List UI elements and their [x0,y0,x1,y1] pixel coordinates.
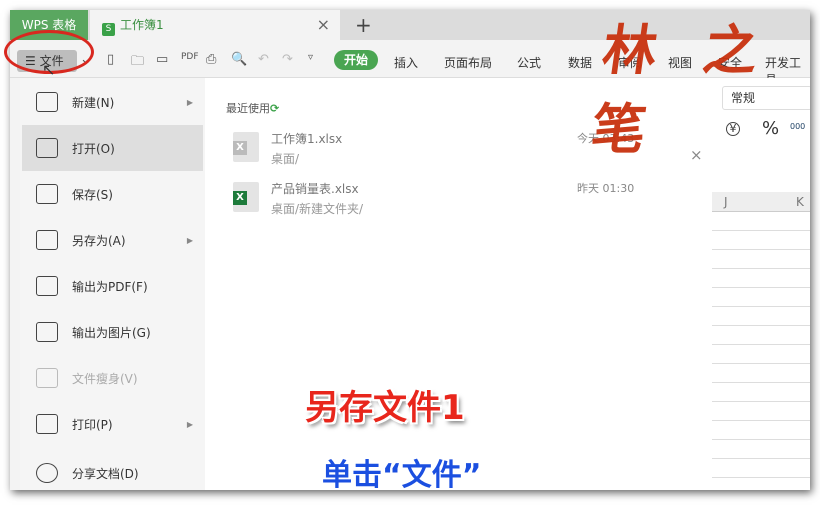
recent-file[interactable]: X 产品销量表.xlsx 桌面/新建文件夹/昨天 01:30 [233,180,703,220]
menu-share-label: 分享文档(D) [72,466,139,481]
menu-print[interactable]: 打印(P) ▶ [22,401,203,447]
menu-new[interactable]: 新建(N) ▶ [22,79,203,125]
file-time: 昨天 01:30 [577,182,635,195]
file-path: 桌面/新建文件夹/ [271,202,364,216]
menu-export-pdf-label: 输出为PDF(F) [72,279,148,294]
menu-slim-file-label: 文件瘦身(V) [72,371,138,386]
export-pdf-icon [36,276,58,296]
menu-new-label: 新建(N) [72,95,115,110]
redo-icon[interactable]: ↷ [282,52,293,67]
menu-save[interactable]: 保存(S) [22,171,203,217]
menu-export-image[interactable]: 输出为图片(G) [22,309,203,355]
close-tab-icon[interactable]: × [317,10,330,40]
sheet-doc-icon: S [102,23,115,36]
print-preview-icon[interactable]: 🔍 [231,52,247,67]
new-doc-icon[interactable]: ▯ [107,52,114,67]
menu-slim-file[interactable]: 文件瘦身(V) [22,355,203,401]
tab-page-layout[interactable]: 页面布局 [444,54,492,71]
submenu-arrow-icon: ▶ [186,97,193,107]
menu-save-as-label: 另存为(A) [72,233,126,248]
menu-export-image-label: 输出为图片(G) [72,325,151,340]
recent-title-text: 最近使用 [226,102,270,115]
print-icon [36,414,58,434]
save-as-icon [36,230,58,250]
undo-icon[interactable]: ↶ [258,52,269,67]
menu-share[interactable]: 分享文档(D) [22,450,203,490]
menu-save-as[interactable]: 另存为(A) ▶ [22,217,203,263]
print-icon[interactable]: ⎙ [206,52,216,67]
menu-print-label: 打印(P) [72,417,113,432]
save-icon[interactable]: ▭ [156,52,168,67]
file-name: 工作簿1.xlsx [271,132,343,146]
cell-grid[interactable] [712,212,810,490]
column-j[interactable]: J [724,195,728,209]
tab-formula[interactable]: 公式 [517,54,541,71]
submenu-arrow-icon: ▶ [186,235,193,245]
menu-save-label: 保存(S) [72,187,113,202]
new-file-icon [36,92,58,112]
save-icon [36,184,58,204]
mouse-cursor-icon: ↖ [42,60,56,79]
tab-insert[interactable]: 插入 [394,54,418,71]
overlay-subtitle: 单击“文件” [322,458,482,493]
excel-file-icon: X [233,182,259,212]
menu-open[interactable]: 打开(O) [22,125,203,171]
file-menu: 新建(N) ▶ 打开(O) 保存(S) 另存为(A) ▶ 输出为PDF(F) 输出为… [20,78,205,490]
menu-export-pdf[interactable]: 输出为PDF(F) [22,263,203,309]
menu-open-label: 打开(O) [72,141,115,156]
tab-workbook-label: 工作簿1 [120,18,164,32]
tab-workbook[interactable]: S 工作簿1 × [90,10,340,40]
share-icon [36,463,58,483]
recent-title: 最近使用⟳ [226,100,279,116]
new-tab-button[interactable]: + [355,10,372,40]
column-header: JK [712,192,810,212]
excel-file-icon: X [233,132,259,162]
column-k[interactable]: K [796,195,804,209]
open-folder-icon[interactable]: 🗀 [131,52,144,74]
submenu-arrow-icon: ▶ [186,419,193,429]
signature-watermark: 林 之 笔 [587,18,777,161]
pdf-icon[interactable]: PDF [181,52,199,62]
file-path: 桌面/ [271,152,300,166]
open-folder-icon [36,138,58,158]
slim-file-icon [36,368,58,388]
overlay-title: 另存文件1 [305,388,465,428]
refresh-icon[interactable]: ⟳ [270,102,279,115]
tab-start[interactable]: 开始 [334,50,378,70]
more-dropdown-icon[interactable]: ▿ [308,52,313,63]
file-name: 产品销量表.xlsx [271,182,359,196]
tab-data[interactable]: 数据 [568,54,592,71]
export-image-icon [36,322,58,342]
